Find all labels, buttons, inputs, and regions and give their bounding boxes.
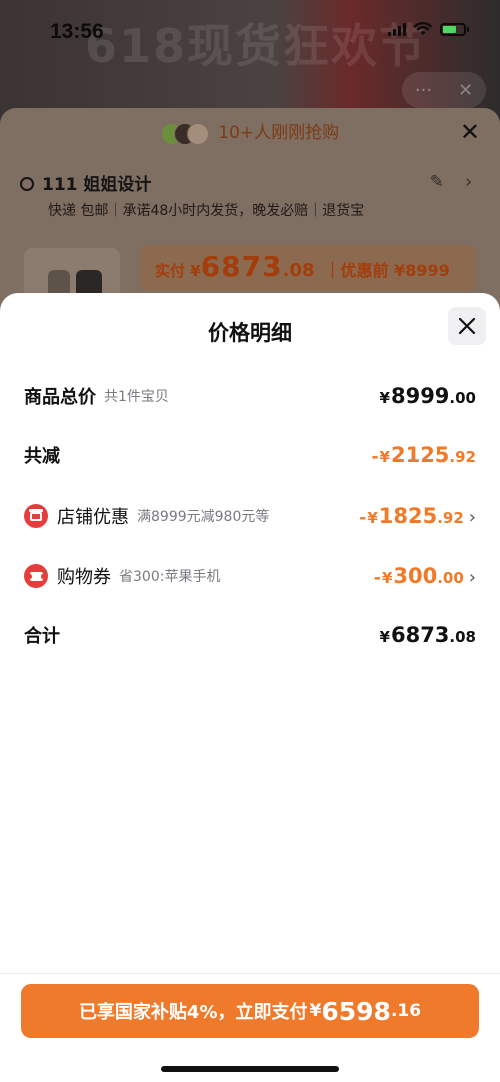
- pay-cents: .16: [390, 1001, 422, 1021]
- close-icon: ✕: [457, 79, 474, 101]
- edit-icon: ✎: [429, 172, 444, 192]
- home-indicator: [161, 1066, 339, 1072]
- sheet-title: 价格明细: [208, 321, 292, 345]
- total-reduction-row: 共减 - ¥2125.92: [24, 440, 476, 470]
- mini-program-capsule: ··· ✕: [402, 72, 486, 108]
- status-icons: [388, 22, 469, 36]
- order-close-icon: ✕: [459, 118, 480, 146]
- close-button[interactable]: [448, 307, 486, 345]
- currency-symbol: ¥: [309, 1001, 322, 1021]
- cents: .92: [437, 509, 464, 527]
- currency-symbol: ¥: [379, 628, 390, 646]
- pay-now-button[interactable]: 已享国家补贴4%，立即支付 ¥6598.16: [21, 984, 479, 1038]
- more-icon: ···: [414, 79, 433, 101]
- amount: 300: [393, 564, 438, 588]
- total-reduction-value: - ¥2125.92: [371, 443, 476, 467]
- address-text: 111 姐姐设计: [42, 175, 152, 195]
- paid-cents: .08: [282, 260, 315, 281]
- battery-icon: [440, 22, 469, 36]
- status-time: 13:56: [50, 20, 104, 43]
- store-discount-row[interactable]: 店铺优惠 满8999元减980元等 - ¥1825.92 ›: [24, 501, 476, 531]
- amount: 1825: [378, 504, 438, 528]
- shopping-coupon-detail: 省300:苹果手机: [119, 569, 221, 585]
- store-discount-label: 店铺优惠: [57, 507, 129, 528]
- wifi-icon: [414, 22, 432, 35]
- minus-sign: -: [359, 508, 367, 528]
- item-count: 共1件宝贝: [104, 389, 169, 405]
- total-reduction-label: 共减: [24, 446, 60, 467]
- address-line: 111 姐姐设计: [20, 170, 151, 195]
- chevron-right-icon: ›: [465, 172, 472, 192]
- price-details-sheet: 价格明细 商品总价 共1件宝贝 ¥8999.00 共减 - ¥2125.92 店铺…: [0, 293, 500, 1081]
- minus-sign: -: [371, 447, 379, 467]
- subtotal-row: 合计 ¥6873.08: [24, 620, 476, 650]
- total-price-row: 商品总价 共1件宝贝 ¥8999.00: [24, 381, 476, 411]
- bottom-pay-bar: 已享国家补贴4%，立即支付 ¥6598.16: [0, 973, 500, 1082]
- close-icon: [458, 317, 476, 335]
- total-price-value: ¥8999.00: [380, 384, 476, 408]
- pay-button-label: 已享国家补贴4%，立即支付: [78, 1002, 308, 1023]
- location-pin-icon: [20, 177, 34, 191]
- minus-sign: -: [373, 568, 381, 588]
- pay-amount: 6598: [321, 996, 391, 1026]
- cellular-signal-icon: [388, 22, 406, 36]
- subtotal-value: ¥6873.08: [380, 623, 476, 647]
- currency-symbol: ¥: [367, 509, 378, 527]
- cents: .00: [449, 389, 476, 407]
- total-price-label: 商品总价: [24, 387, 96, 408]
- cents: .00: [437, 569, 464, 587]
- amount: 8999: [390, 384, 450, 408]
- shopping-coupon-row[interactable]: 购物券 省300:苹果手机 - ¥300.00 ›: [24, 561, 476, 591]
- recent-buyers-row: 10+人刚刚抢购: [0, 118, 500, 145]
- currency-symbol: ¥: [379, 448, 390, 466]
- chevron-right-icon: ›: [468, 567, 476, 588]
- cents: .08: [449, 628, 476, 646]
- chevron-right-icon: ›: [468, 507, 476, 528]
- before-discount-price: ｜优惠前 ¥8999: [324, 261, 450, 280]
- currency-symbol: ¥: [379, 389, 390, 407]
- buyer-avatars-icon: [160, 123, 209, 145]
- amount: 2125: [390, 443, 450, 467]
- store-icon: [24, 504, 48, 528]
- paid-summary: 实付 ¥6873.08 ｜优惠前 ¥8999: [155, 250, 450, 283]
- shopping-coupon-label: 购物券: [57, 567, 111, 588]
- coupon-icon: [24, 564, 48, 588]
- amount: 6873: [390, 623, 450, 647]
- recent-buyers-text: 10+人刚刚抢购: [218, 123, 340, 143]
- subtotal-label: 合计: [24, 626, 60, 647]
- currency-symbol: ¥: [381, 569, 393, 587]
- store-discount-value: - ¥1825.92 ›: [359, 504, 476, 528]
- cents: .92: [449, 448, 476, 466]
- paid-amount: 6873: [200, 250, 283, 283]
- delivery-info: 快递 包邮｜承诺48小时内发货，晚发必赔｜退货宝: [48, 203, 365, 219]
- store-discount-detail: 满8999元减980元等: [137, 509, 270, 525]
- promo-banner-text: 618现货狂欢节: [85, 19, 428, 73]
- shopping-coupon-value: - ¥300.00 ›: [374, 564, 476, 588]
- paid-label: 实付 ¥: [155, 262, 201, 280]
